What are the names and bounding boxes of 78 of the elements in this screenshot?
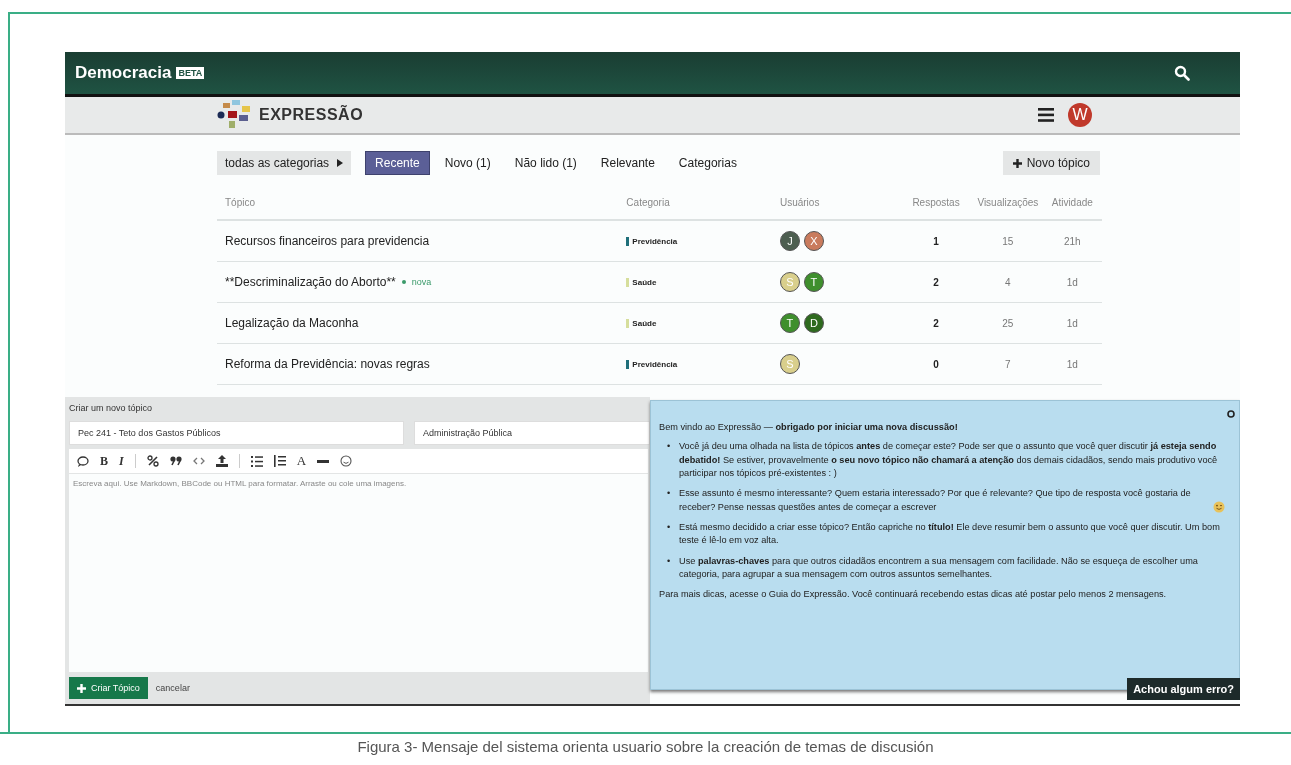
nav-tab[interactable]: Recente	[365, 151, 430, 175]
category-field[interactable]: Administração Pública	[414, 421, 650, 445]
plus-icon	[77, 683, 86, 693]
topic-link[interactable]: Legalização da Maconha	[225, 316, 359, 330]
dot-icon	[401, 280, 406, 284]
create-topic-button[interactable]: Criar Tópico	[69, 677, 148, 699]
bullet: •	[667, 440, 672, 454]
views-count: 25	[1001, 317, 1015, 329]
message-field[interactable]: Escreva aqui. Use Markdown, BBCode ou HTML para formatar. Arraste ou cole uma imagens.	[69, 474, 648, 672]
brand-name[interactable]: Democracia	[75, 63, 172, 83]
code-icon[interactable]	[192, 456, 205, 466]
tips-intro: Bem vindo ao Expressão — obrigado por iniciar uma nova discussão!	[659, 421, 959, 434]
activity-time: 1d	[1065, 276, 1079, 288]
new-label: nova	[411, 277, 432, 287]
topic-link[interactable]: Reforma da Previdência: novas regras	[225, 357, 430, 371]
activity-time: 21h	[1062, 235, 1082, 247]
topic-link[interactable]: Recursos financeiros para previdencia	[225, 234, 430, 248]
category-badge[interactable]: Previdência	[626, 236, 678, 246]
tip-text: Esse assunto é mesmo interessante? Quem estaria interessado? Por que é relevante? Que tipo de resposta você gostaria de receber? Pense nessas questões antes de começar a escrever	[679, 487, 1192, 514]
bulleted-list-icon[interactable]	[250, 455, 263, 467]
plus-icon	[1012, 158, 1022, 168]
tip-text: Use palavras-chaves para que outros cidadãos encontrem a sua mensagem com facilidade. Não se esqueça de escolher uma categoria, para agrupar a sua mensagem com outros assuntos semelhantes.	[679, 554, 1199, 582]
category-dropdown[interactable]: todas as categorias	[217, 151, 352, 175]
title-field[interactable]: Pec 241 - Teto dos Gastos Públicos	[69, 421, 404, 445]
logo-icon[interactable]	[217, 99, 251, 131]
replies-count: 2	[932, 276, 940, 288]
close-icon[interactable]	[1227, 410, 1235, 418]
heading-button[interactable]: A	[296, 453, 307, 469]
emoji-icon[interactable]	[340, 455, 353, 467]
search-icon[interactable]	[1174, 65, 1190, 81]
numbered-list-icon[interactable]	[273, 455, 286, 467]
cancel-link[interactable]: cancelar	[155, 683, 190, 693]
topic-link[interactable]: **Descriminalização do Aborto**	[225, 275, 396, 289]
user-avatar[interactable]: D	[803, 313, 824, 333]
bullet: •	[667, 521, 672, 535]
column-header[interactable]: Atividade	[1042, 196, 1102, 208]
replies-count: 1	[932, 235, 940, 247]
tip-text: Você já deu uma olhada na lista de tópicos antes de começar este? Pode ser que o assunto que você quer discutir já esteja sendo debatido! Se estiver, provavelmente o seu novo tópico não chamará a atenção dos demais cidadãos, sendo mais produtivo você participar nos tópicos pré-existentes : )	[679, 440, 1219, 481]
activity-time: 1d	[1065, 358, 1079, 370]
replies-count: 2	[932, 317, 940, 329]
user-avatar[interactable]: J	[779, 231, 800, 251]
quote-icon[interactable]	[169, 456, 182, 466]
category-badge[interactable]: Saúde	[626, 277, 657, 287]
user-avatar[interactable]: T	[803, 272, 824, 292]
replies-count: 0	[932, 358, 940, 370]
menu-icon[interactable]	[1038, 108, 1054, 122]
upload-icon[interactable]	[215, 455, 228, 467]
column-header[interactable]: Tópico	[217, 196, 627, 208]
tip-text: Está mesmo decidido a criar esse tópico? Então capriche no título! Ele deve resumir bem o assunto que você quer discutir. Um bom teste é lê-lo em voz alta.	[679, 521, 1221, 548]
site-title[interactable]: EXPRESSÃO	[259, 106, 364, 124]
italic-button[interactable]: I	[119, 453, 124, 469]
bullet: •	[667, 554, 672, 568]
user-avatar[interactable]: T	[779, 313, 800, 333]
column-header[interactable]: Visualizações	[973, 196, 1043, 208]
figure-caption: Figura 3- Mensaje del sistema orienta usuario sobre la creación de temas de discusión	[356, 738, 935, 755]
views-count: 4	[1004, 276, 1012, 288]
activity-time: 1d	[1065, 317, 1079, 329]
nav-tab[interactable]: Não lido (1)	[505, 152, 586, 174]
feedback-button[interactable]: Achou algum erro?	[1127, 678, 1240, 700]
views-count: 15	[1001, 235, 1015, 247]
category-badge[interactable]: Saúde	[626, 318, 657, 328]
nav-tab[interactable]: Novo (1)	[435, 152, 500, 174]
beta-badge: BETA	[176, 67, 205, 79]
bold-button[interactable]: B	[100, 453, 108, 469]
nav-tab[interactable]: Categorias	[669, 152, 746, 174]
bullet: •	[667, 487, 672, 501]
category-badge[interactable]: Previdência	[626, 359, 678, 369]
user-avatar[interactable]: W	[1068, 103, 1092, 127]
column-header[interactable]: Respostas	[898, 196, 974, 208]
caret-icon	[337, 159, 344, 167]
speech-bubble-icon[interactable]	[77, 455, 89, 467]
views-count: 7	[1004, 358, 1012, 370]
column-header[interactable]: Categoria	[626, 196, 780, 208]
column-header[interactable]: Usuários	[779, 196, 899, 208]
tips-footer: Para mais dicas, acesse o Guia do Expressão. Você continuará recebendo estas dicas até postar pelo menos 2 mensagens.	[659, 588, 1229, 602]
composer-heading: Criar um novo tópico	[69, 403, 154, 415]
new-topic-button[interactable]: Novo tópico	[1002, 151, 1100, 175]
nav-tab[interactable]: Relevante	[591, 152, 664, 174]
